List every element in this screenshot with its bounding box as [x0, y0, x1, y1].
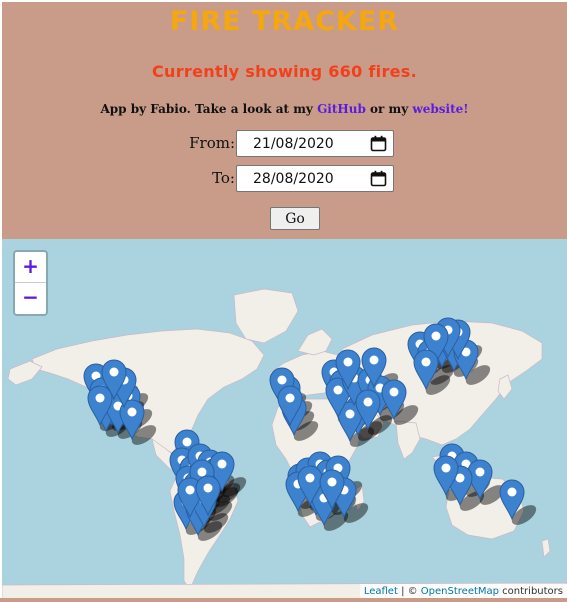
to-date-value: 28/08/2020	[253, 171, 334, 187]
from-date-value: 21/08/2020	[253, 136, 334, 152]
calendar-icon[interactable]	[370, 170, 387, 187]
marker-dot	[421, 357, 431, 367]
landmass-india	[395, 420, 421, 460]
landmass-greenland	[233, 288, 299, 344]
zoom-control: + −	[13, 250, 48, 316]
github-link[interactable]: GitHub	[317, 102, 366, 116]
to-date-input[interactable]: 28/08/2020	[236, 165, 394, 192]
marker-dot	[363, 397, 373, 407]
marker-dot	[127, 407, 137, 417]
app-title: FIRE TRACKER	[169, 6, 400, 37]
from-date-input[interactable]: 21/08/2020	[236, 130, 394, 157]
marker-dot	[345, 409, 355, 419]
marker-dot	[333, 385, 343, 395]
marker-dot	[109, 367, 119, 377]
calendar-icon[interactable]	[370, 135, 387, 152]
bottom-border	[0, 598, 567, 602]
from-row: From: 21/08/2020	[2, 130, 567, 158]
to-label: To:	[212, 169, 235, 187]
marker-dot	[431, 331, 441, 341]
marker-dot	[185, 485, 195, 495]
map-view[interactable]: + − Leaflet | © OpenStreetMap contributo…	[2, 239, 567, 600]
leaflet-link[interactable]: Leaflet	[364, 586, 398, 597]
marker-dot	[389, 387, 399, 397]
marker-dot	[277, 375, 287, 385]
credits-middle: or my	[365, 102, 413, 116]
marker-dot	[95, 393, 105, 403]
marker-dot	[285, 393, 295, 403]
marker-dot	[507, 487, 517, 497]
marker-dot	[217, 459, 227, 469]
marker-dot	[441, 463, 451, 473]
marker-dot	[305, 473, 315, 483]
marker-dot	[197, 467, 207, 477]
world-basemap[interactable]	[2, 239, 567, 600]
marker-dot	[475, 467, 485, 477]
marker-dot	[369, 355, 379, 365]
landmass-scandinavia	[297, 328, 333, 356]
credits-line: App by Fabio. Take a look at my GitHub o…	[2, 102, 567, 116]
fires-count-text: Currently showing 660 fires.	[151, 62, 418, 81]
to-row: To: 28/08/2020	[2, 165, 567, 193]
app-frame: FIRE TRACKER Currently showing 660 fires…	[2, 2, 567, 600]
attribution-separator: | ©	[397, 586, 421, 597]
marker-dot	[182, 437, 192, 447]
from-label: From:	[189, 134, 235, 152]
osm-link[interactable]: OpenStreetMap	[421, 586, 499, 597]
go-button[interactable]: Go	[270, 207, 320, 230]
landmass-new-zealand	[541, 538, 551, 558]
marker-dot	[327, 477, 337, 487]
website-link[interactable]: website!	[412, 102, 468, 116]
attribution-suffix: contributors	[499, 586, 563, 597]
zoom-in-button[interactable]: +	[15, 252, 46, 283]
header-panel: FIRE TRACKER Currently showing 660 fires…	[2, 2, 567, 239]
credits-prefix: App by Fabio. Take a look at my	[100, 102, 318, 116]
marker-dot	[203, 483, 213, 493]
zoom-out-button[interactable]: −	[15, 283, 46, 313]
marker-dot	[343, 357, 353, 367]
landmass-alaska	[7, 360, 43, 386]
